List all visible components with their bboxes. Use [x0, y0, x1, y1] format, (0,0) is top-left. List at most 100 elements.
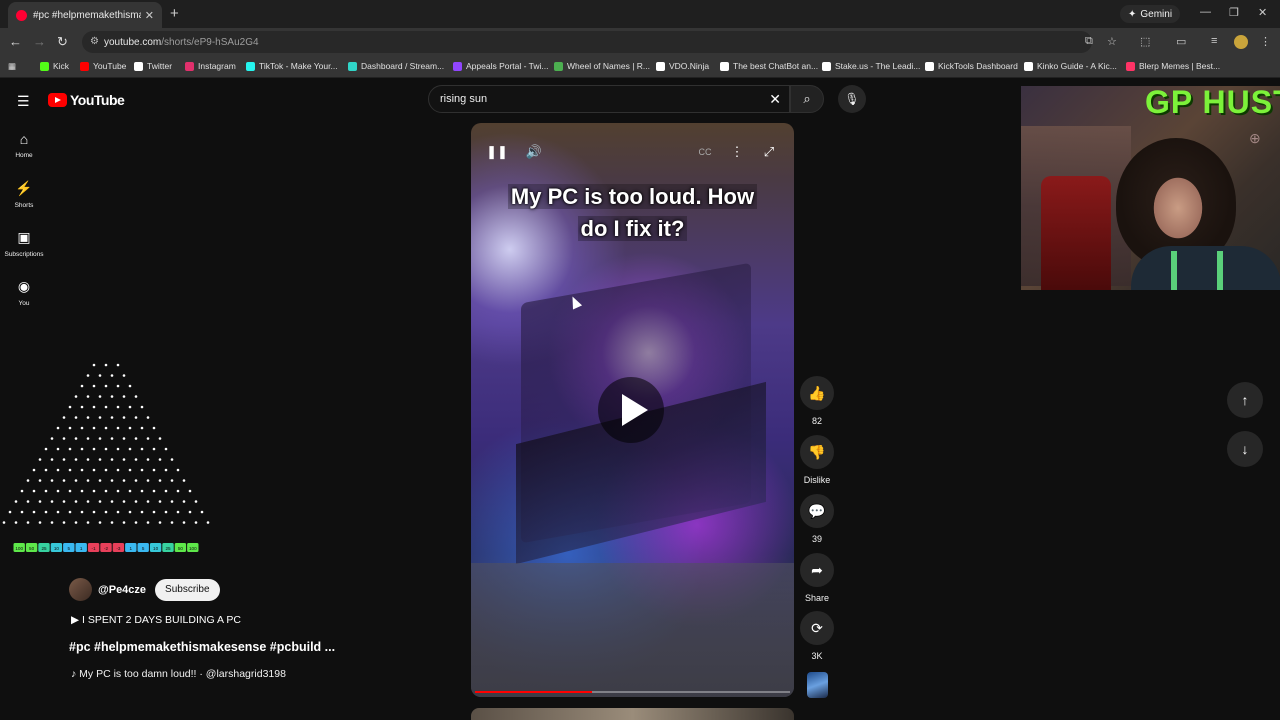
- sound-thumbnail[interactable]: [807, 672, 828, 698]
- plinko-peg: [98, 437, 102, 440]
- bookmark-item[interactable]: TikTok - Make Your...: [246, 61, 338, 71]
- media-controls-icon[interactable]: ≡: [1211, 35, 1217, 47]
- pause-icon[interactable]: ❚❚: [482, 141, 512, 163]
- plinko-peg: [110, 395, 114, 398]
- bookmark-star-icon[interactable]: ☆: [1107, 35, 1117, 48]
- fullscreen-icon[interactable]: ⤢: [754, 141, 784, 163]
- search-input[interactable]: rising sun ✕: [428, 85, 790, 113]
- bookmark-item[interactable]: Kick: [40, 61, 69, 71]
- like-button[interactable]: 👍 82: [800, 376, 834, 426]
- captions-icon[interactable]: CC: [690, 141, 720, 163]
- progress-bar[interactable]: [475, 691, 790, 693]
- reload-icon[interactable]: ↻: [57, 34, 68, 50]
- plinko-peg: [68, 447, 72, 451]
- audio-link[interactable]: ♪ My PC is too damn loud!! · @larshagrid…: [71, 668, 286, 680]
- plinko-multiplier-label: 25: [41, 546, 47, 551]
- bookmark-item[interactable]: Twitter: [134, 61, 172, 71]
- bookmark-item[interactable]: Wheel of Names | R...: [554, 61, 650, 71]
- sidebar-item-subscriptions[interactable]: ▣ Subscriptions: [0, 229, 48, 258]
- site-info-icon[interactable]: ⚙: [90, 36, 99, 47]
- bookmark-item[interactable]: The best ChatBot an...: [720, 61, 818, 71]
- plinko-multiplier-label: -3: [116, 546, 121, 551]
- plinko-peg: [80, 447, 84, 451]
- plinko-peg: [56, 510, 60, 514]
- channel-handle[interactable]: @Pe4cze: [98, 584, 146, 596]
- plinko-peg: [104, 468, 108, 472]
- shorts-video-player[interactable]: ❚❚ 🔊 CC ⋮ ⤢ My PC is too loud. How do I …: [471, 123, 794, 697]
- plinko-peg: [62, 458, 66, 461]
- play-button[interactable]: [598, 377, 664, 443]
- extensions-icon[interactable]: ⬚: [1140, 35, 1150, 48]
- bookmark-label: Blerp Memes | Best...: [1139, 61, 1221, 71]
- channel-avatar[interactable]: [69, 578, 92, 601]
- next-short-button[interactable]: ↓: [1227, 431, 1263, 467]
- install-app-icon[interactable]: ⧉: [1085, 35, 1093, 48]
- bookmark-label: Dashboard / Stream...: [361, 61, 445, 71]
- plinko-peg: [158, 500, 162, 503]
- search-query: rising sun: [440, 93, 488, 105]
- subscribe-button[interactable]: Subscribe: [155, 578, 220, 601]
- address-bar[interactable]: ⚙ youtube.com/shorts/eP9-hSAu2G4: [82, 31, 1092, 53]
- hamburger-menu-icon[interactable]: ☰: [17, 93, 30, 110]
- plinko-peg: [74, 500, 78, 503]
- sidebar-item-shorts[interactable]: ⚡ Shorts: [0, 180, 48, 209]
- menu-kebab-icon[interactable]: ⋮: [1260, 35, 1271, 48]
- restore-icon[interactable]: ❐: [1229, 6, 1239, 19]
- bookmark-item[interactable]: VDO.Ninja: [656, 61, 709, 71]
- progress-fill: [475, 691, 592, 693]
- browser-tab-active[interactable]: #pc #helpmemakethismakesense ✕: [8, 2, 162, 28]
- playlist-link[interactable]: ▶ I SPENT 2 DAYS BUILDING A PC: [71, 614, 241, 626]
- plinko-peg: [68, 468, 72, 472]
- bookmark-item[interactable]: Dashboard / Stream...: [348, 61, 444, 71]
- apps-grid-icon[interactable]: ▦: [8, 61, 16, 72]
- previous-short-button[interactable]: ↑: [1227, 382, 1263, 418]
- close-window-icon[interactable]: ✕: [1258, 6, 1267, 19]
- you-icon: ◉: [17, 278, 31, 294]
- plinko-peg: [158, 521, 162, 524]
- gemini-button[interactable]: ✦ Gemini: [1120, 5, 1181, 23]
- close-tab-icon[interactable]: ✕: [145, 9, 154, 22]
- bookmark-item[interactable]: Appeals Portal - Twi...: [453, 61, 549, 71]
- back-icon[interactable]: ←: [9, 34, 22, 49]
- bookmark-item[interactable]: YouTube: [80, 61, 126, 71]
- new-tab-icon[interactable]: +: [170, 5, 179, 22]
- forward-icon[interactable]: →: [33, 34, 46, 49]
- plinko-peg: [116, 468, 120, 472]
- profile-avatar[interactable]: [1234, 35, 1248, 49]
- bookmark-item[interactable]: Stake.us - The Leadi...: [822, 61, 920, 71]
- voice-search-button[interactable]: 🎙: [838, 85, 866, 113]
- sidebar-item-you[interactable]: ◉ You: [0, 278, 48, 307]
- bookmark-label: VDO.Ninja: [669, 61, 710, 71]
- dislike-button[interactable]: 👎 Dislike: [800, 435, 834, 485]
- plinko-peg: [80, 405, 84, 409]
- next-video-preview[interactable]: [471, 708, 794, 720]
- youtube-logo[interactable]: YouTube: [48, 92, 125, 108]
- bookmark-item[interactable]: Kinko Guide - A Kic...: [1024, 61, 1117, 71]
- plinko-peg: [110, 416, 114, 419]
- plinko-peg: [104, 405, 108, 409]
- volume-icon[interactable]: 🔊: [519, 141, 549, 163]
- clear-search-icon[interactable]: ✕: [769, 91, 781, 108]
- plinko-multiplier: -1: [87, 543, 100, 552]
- gp-logo-icon: ⊕: [1249, 130, 1261, 146]
- cast-icon[interactable]: ▭: [1176, 35, 1186, 48]
- more-options-icon[interactable]: ⋮: [722, 141, 752, 163]
- bookmark-item[interactable]: Instagram: [185, 61, 236, 71]
- plinko-peg: [50, 500, 54, 503]
- plinko-multiplier: -2: [100, 543, 112, 552]
- search-button[interactable]: ⌕: [790, 85, 824, 113]
- bookmark-item[interactable]: Blerp Memes | Best...: [1126, 61, 1220, 71]
- bookmark-label: YouTube: [93, 61, 127, 71]
- minimize-icon[interactable]: —: [1200, 6, 1211, 18]
- remix-button[interactable]: ⟳ 3K: [800, 611, 834, 661]
- share-button[interactable]: ➦ Share: [800, 553, 834, 603]
- sidebar-item-home[interactable]: ⌂ Home: [0, 131, 48, 159]
- comments-button[interactable]: 💬 39: [800, 494, 834, 544]
- stream-banner: GP HUSTLA: [1145, 86, 1280, 120]
- sparkle-icon: ✦: [1128, 8, 1137, 20]
- bookmark-item[interactable]: KickTools Dashboard: [925, 61, 1018, 71]
- video-title[interactable]: #pc #helpmemakethismakesense #pcbuild ..…: [69, 640, 335, 654]
- bookmark-favicon-icon: [348, 61, 357, 71]
- plinko-peg: [26, 521, 30, 524]
- plinko-peg: [152, 447, 156, 451]
